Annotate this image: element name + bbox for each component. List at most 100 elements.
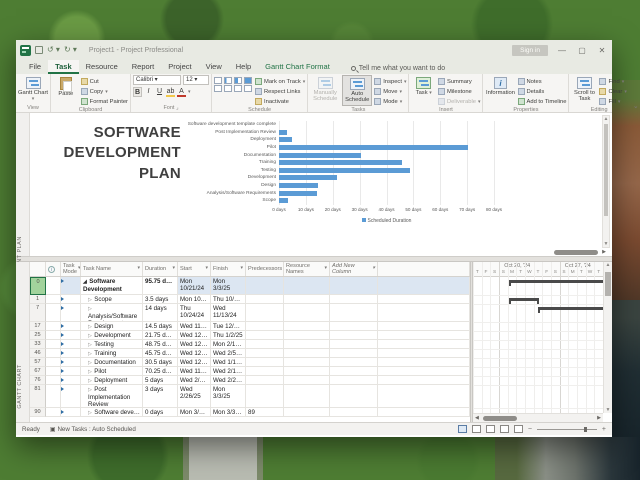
add-new-column-cell[interactable] xyxy=(330,385,378,408)
start-cell[interactable]: Thu 10/24/24 xyxy=(178,304,211,322)
task-name-cell[interactable]: ▷ Documentation xyxy=(81,358,143,367)
task-name-cell[interactable]: ▷ Software development template complete xyxy=(81,408,143,417)
resource-names-cell[interactable] xyxy=(284,331,330,340)
auto-schedule-button[interactable]: Auto Schedule xyxy=(342,75,372,106)
redo-icon[interactable]: ↻ ▾ xyxy=(64,46,77,54)
close-button[interactable]: ✕ xyxy=(596,46,608,55)
duration-cell[interactable]: 48.75 days xyxy=(143,340,178,349)
cut-button[interactable]: Cut xyxy=(81,77,128,86)
resource-names-cell[interactable] xyxy=(284,408,330,417)
zoom-out-icon[interactable]: − xyxy=(528,426,532,433)
predecessors-cell[interactable] xyxy=(246,385,284,408)
finish-cell[interactable]: Mon 3/3/25 xyxy=(211,408,246,417)
task-name-cell[interactable]: ▷ Post Implementation Review xyxy=(81,385,143,408)
row-number[interactable]: 67 xyxy=(30,367,46,376)
start-cell[interactable]: Wed 2/26/25 xyxy=(178,385,211,408)
add-new-column-cell[interactable] xyxy=(330,367,378,376)
predecessors-cell[interactable] xyxy=(246,277,284,295)
task-usage-view-icon[interactable] xyxy=(472,425,481,433)
start-cell[interactable]: Wed 11/13/24 xyxy=(178,367,211,376)
clear-button[interactable]: Clear ▾ xyxy=(599,87,626,96)
font-color-button[interactable]: A xyxy=(177,87,186,97)
save-icon[interactable] xyxy=(35,46,43,54)
expand-triangle-icon[interactable]: ▷ xyxy=(88,324,93,330)
table-row[interactable]: 76▷ Deployment5 daysWed 2/19/25Wed 2/26/… xyxy=(30,376,470,385)
scroll-down-icon[interactable]: ▼ xyxy=(603,241,609,247)
resource-names-cell[interactable] xyxy=(284,322,330,331)
row-number[interactable]: 7 xyxy=(30,304,46,322)
add-new-column-cell[interactable] xyxy=(330,376,378,385)
deliverable-button[interactable]: Deliverable ▾ xyxy=(438,97,481,106)
row-number[interactable]: 0 xyxy=(30,277,46,295)
task-mode-cell[interactable] xyxy=(61,331,81,340)
task-mode-cell[interactable] xyxy=(61,322,81,331)
finish-cell[interactable]: Thu 10/24/24 xyxy=(211,295,246,304)
report-vertical-scrollbar[interactable]: ▲ ▼ xyxy=(602,115,610,248)
column-header-task-mode[interactable]: Task Mode▾ xyxy=(61,262,81,276)
report-vscroll-thumb[interactable] xyxy=(604,124,608,216)
filter-caret-icon[interactable]: ▾ xyxy=(137,266,140,272)
undo-icon[interactable]: ↺ ▾ xyxy=(47,46,60,54)
start-cell[interactable]: Wed 2/19/25 xyxy=(178,376,211,385)
gantt-chart-button[interactable]: Gantt Chart ▾ xyxy=(18,75,48,104)
task-name-cell[interactable]: ▷ Testing xyxy=(81,340,143,349)
maximize-button[interactable]: ▢ xyxy=(576,46,588,55)
timeline-hscroll-thumb[interactable] xyxy=(483,416,517,421)
predecessors-cell[interactable]: 89 xyxy=(246,408,284,417)
scroll-right-icon[interactable]: ▶ xyxy=(602,249,606,255)
new-tasks-mode[interactable]: ▣ New Tasks : Auto Scheduled xyxy=(50,426,136,433)
task-mode-cell[interactable] xyxy=(61,385,81,408)
row-number[interactable]: 76 xyxy=(30,376,46,385)
finish-cell[interactable]: Wed 1/15/25 xyxy=(211,358,246,367)
duration-cell[interactable]: 95.75 days xyxy=(143,277,178,295)
percent-25-icon[interactable] xyxy=(224,77,232,84)
task-mode-cell[interactable] xyxy=(61,349,81,358)
predecessors-cell[interactable] xyxy=(246,331,284,340)
paste-button[interactable]: Paste xyxy=(53,75,79,106)
predecessors-cell[interactable] xyxy=(246,322,284,331)
duration-cell[interactable]: 14 days xyxy=(143,304,178,322)
duration-cell[interactable]: 21.75 days xyxy=(143,331,178,340)
table-row[interactable]: 7▷ Analysis/Software Requirements14 days… xyxy=(30,304,470,322)
tab-view[interactable]: View xyxy=(199,60,229,74)
table-row[interactable]: 81▷ Post Implementation Review3 daysWed … xyxy=(30,385,470,408)
task-mode-cell[interactable] xyxy=(61,295,81,304)
scroll-right-icon[interactable]: ▶ xyxy=(597,415,601,421)
zoom-slider[interactable] xyxy=(537,429,597,430)
link-tasks-icon[interactable] xyxy=(214,85,222,92)
finish-cell[interactable]: Wed 2/5/25 xyxy=(211,349,246,358)
task-mode-cell[interactable] xyxy=(61,277,81,295)
row-number[interactable]: 33 xyxy=(30,340,46,349)
tab-help[interactable]: Help xyxy=(229,60,258,74)
format-painter-button[interactable]: Format Painter xyxy=(81,97,128,106)
duration-cell[interactable]: 3.5 days xyxy=(143,295,178,304)
predecessors-cell[interactable] xyxy=(246,304,284,322)
predecessors-cell[interactable] xyxy=(246,295,284,304)
tab-project[interactable]: Project xyxy=(161,60,198,74)
gantt-chart-view-icon[interactable] xyxy=(458,425,467,433)
filter-caret-icon[interactable]: ▾ xyxy=(205,266,208,272)
task-mode-cell[interactable] xyxy=(61,304,81,322)
summary-button[interactable]: Summary xyxy=(438,77,481,86)
add-new-column-cell[interactable] xyxy=(330,408,378,417)
row-number[interactable]: 17 xyxy=(30,322,46,331)
scroll-up-icon[interactable]: ▲ xyxy=(603,116,609,122)
tab-report[interactable]: Report xyxy=(125,60,162,74)
add-new-column-cell[interactable] xyxy=(330,349,378,358)
column-header-start[interactable]: Start▾ xyxy=(178,262,211,276)
resource-names-cell[interactable] xyxy=(284,367,330,376)
percent-0-icon[interactable] xyxy=(214,77,222,84)
column-header-add-new-column[interactable]: Add New Column▾ xyxy=(330,262,378,276)
predecessors-cell[interactable] xyxy=(246,367,284,376)
filter-caret-icon[interactable]: ▾ xyxy=(372,266,375,272)
tab-gantt-chart-format[interactable]: Gantt Chart Format xyxy=(258,60,337,74)
manually-schedule-button[interactable]: Manually Schedule xyxy=(310,75,340,106)
row-number[interactable]: 81 xyxy=(30,385,46,408)
summary-task-bar[interactable] xyxy=(509,298,539,301)
indent-icon[interactable] xyxy=(244,85,252,92)
zoom-in-icon[interactable]: + xyxy=(602,426,606,433)
scroll-up-icon[interactable]: ▲ xyxy=(604,262,612,268)
table-row[interactable]: 33▷ Testing48.75 daysWed 12/4/24Mon 2/10… xyxy=(30,340,470,349)
start-cell[interactable]: Mon 10/21/24 xyxy=(178,295,211,304)
resource-names-cell[interactable] xyxy=(284,304,330,322)
